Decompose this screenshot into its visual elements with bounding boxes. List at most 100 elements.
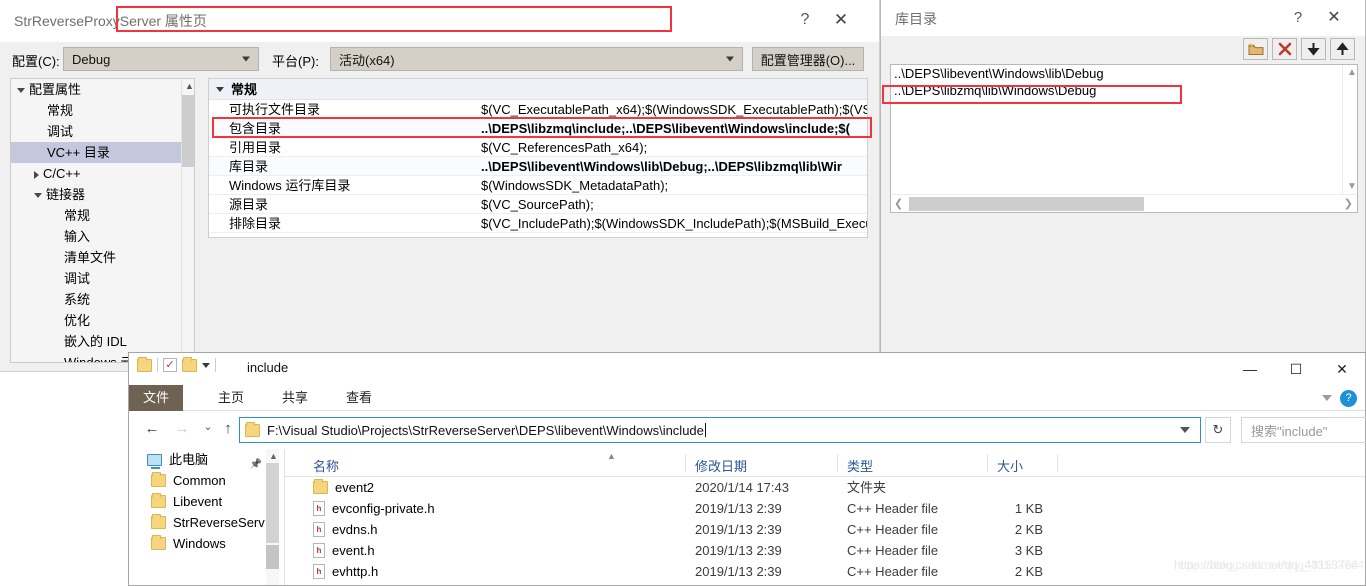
property-row[interactable]: 库目录..\DEPS\libevent\Windows\lib\Debug;..… xyxy=(209,157,867,176)
scroll-up-icon[interactable]: ▲ xyxy=(185,81,194,91)
column-header-3[interactable]: 大小 xyxy=(997,456,1023,475)
property-value[interactable]: $(VC_ReferencesPath_x64); xyxy=(481,138,868,157)
column-header-0[interactable]: 名称 xyxy=(313,456,339,475)
nav-item-2[interactable]: Libevent xyxy=(129,491,284,512)
help-icon[interactable]: ? xyxy=(789,6,821,34)
scrollbar-thumb[interactable] xyxy=(909,197,1144,211)
property-group-header[interactable]: 常规 xyxy=(209,79,867,100)
property-tree-scrollbar[interactable]: ▲ xyxy=(181,79,194,362)
platform-select[interactable]: 活动(x64) xyxy=(330,47,743,71)
chevron-down-icon[interactable] xyxy=(1322,395,1332,401)
property-row[interactable]: 可执行文件目录$(VC_ExecutablePath_x64);$(Window… xyxy=(209,100,867,119)
back-button[interactable]: ← xyxy=(141,420,163,440)
ribbon-tab-3[interactable]: 查看 xyxy=(333,385,385,411)
property-row[interactable]: Windows 运行库目录$(WindowsSDK_MetadataPath); xyxy=(209,176,867,195)
expand-closed-icon[interactable] xyxy=(34,171,39,179)
property-row[interactable]: 源目录$(VC_SourcePath); xyxy=(209,195,867,214)
refresh-button[interactable]: ↻ xyxy=(1205,417,1231,443)
help-icon[interactable]: ? xyxy=(1283,4,1313,30)
properties-check-icon[interactable]: ✓ xyxy=(163,358,177,372)
property-tree[interactable]: 配置属性常规调试VC++ 目录C/C++链接器常规输入清单文件调试系统优化嵌入的… xyxy=(10,78,195,363)
tree-item-9[interactable]: 调试 xyxy=(11,268,194,289)
library-entry[interactable]: ..\DEPS\libzmq\lib\Windows\Debug xyxy=(891,82,1342,99)
navigation-scrollbar[interactable]: ▲ xyxy=(266,449,279,585)
delete-icon[interactable] xyxy=(1272,38,1297,60)
scroll-up-icon[interactable]: ▲ xyxy=(269,451,278,461)
file-row[interactable]: hevconfig-private.h2019/1/13 2:39C++ Hea… xyxy=(285,498,1365,519)
configuration-manager-button[interactable]: 配置管理器(O)... xyxy=(752,47,864,71)
property-row[interactable]: 包含目录..\DEPS\libzmq\include;..\DEPS\libev… xyxy=(209,119,867,138)
nav-item-4[interactable]: Windows xyxy=(129,533,284,554)
pin-icon[interactable]: 📌 xyxy=(250,454,262,470)
tree-item-12[interactable]: 嵌入的 IDL xyxy=(11,331,194,352)
column-header-2[interactable]: 类型 xyxy=(847,456,873,475)
expand-open-icon[interactable] xyxy=(17,88,25,93)
tree-item-6[interactable]: 常规 xyxy=(11,205,194,226)
folder-icon[interactable] xyxy=(137,359,152,372)
file-row[interactable]: event22020/1/14 17:43文件夹 xyxy=(285,477,1365,498)
library-horizontal-scrollbar[interactable]: ❮ ❯ xyxy=(891,194,1357,212)
tree-item-3[interactable]: VC++ 目录 xyxy=(11,142,194,163)
new-folder-icon[interactable] xyxy=(182,359,197,372)
library-vertical-scrollbar[interactable]: ▲ ▼ xyxy=(1342,65,1357,194)
property-value[interactable]: $(VC_ExecutablePath_x64);$(WindowsSDK_Ex… xyxy=(481,100,868,119)
property-row[interactable]: 引用目录$(VC_ReferencesPath_x64); xyxy=(209,138,867,157)
column-divider[interactable] xyxy=(685,454,686,472)
close-button[interactable]: ✕ xyxy=(1319,353,1365,385)
move-down-icon[interactable] xyxy=(1301,38,1326,60)
library-entry[interactable]: ..\DEPS\libevent\Windows\lib\Debug xyxy=(891,65,1342,82)
ribbon-tab-0[interactable]: 文件 xyxy=(129,385,183,411)
tree-item-11[interactable]: 优化 xyxy=(11,310,194,331)
nav-item-3[interactable]: StrReverseServ xyxy=(129,512,284,533)
scrollbar-thumb[interactable] xyxy=(266,463,279,543)
column-divider[interactable] xyxy=(837,454,838,472)
property-grid[interactable]: 常规 可执行文件目录$(VC_ExecutablePath_x64);$(Win… xyxy=(208,78,868,238)
file-row[interactable]: hevdns.h2019/1/13 2:39C++ Header file2 K… xyxy=(285,519,1365,540)
new-folder-icon[interactable] xyxy=(1243,38,1268,60)
minimize-button[interactable]: — xyxy=(1227,353,1273,385)
property-row[interactable]: 排除目录$(VC_IncludePath);$(WindowsSDK_Inclu… xyxy=(209,214,867,233)
scroll-up-icon[interactable]: ▲ xyxy=(1347,67,1357,78)
scroll-down-icon[interactable]: ▼ xyxy=(1347,181,1357,192)
tree-item-7[interactable]: 输入 xyxy=(11,226,194,247)
tree-item-0[interactable]: 配置属性 xyxy=(11,79,194,100)
address-input[interactable]: F:\Visual Studio\Projects\StrReverseServ… xyxy=(239,417,1201,443)
search-input[interactable]: 搜索"include" xyxy=(1241,417,1366,443)
property-value[interactable]: $(VC_SourcePath); xyxy=(481,195,868,214)
nav-item-1[interactable]: Common xyxy=(129,470,284,491)
ribbon-tab-2[interactable]: 共享 xyxy=(269,385,321,411)
nav-item-0[interactable]: 此电脑📌 xyxy=(129,449,284,470)
tree-item-2[interactable]: 调试 xyxy=(11,121,194,142)
property-value[interactable]: ..\DEPS\libevent\Windows\lib\Debug;..\DE… xyxy=(481,157,868,176)
up-button[interactable]: ↑ xyxy=(217,420,239,440)
close-icon[interactable]: ✕ xyxy=(825,6,857,34)
property-value[interactable]: $(WindowsSDK_MetadataPath); xyxy=(481,176,868,195)
chevron-down-icon[interactable] xyxy=(202,363,210,368)
column-divider[interactable] xyxy=(1057,454,1058,472)
tree-item-5[interactable]: 链接器 xyxy=(11,184,194,205)
scroll-left-icon[interactable]: ❮ xyxy=(894,197,903,210)
scroll-right-icon[interactable]: ❯ xyxy=(1344,197,1353,210)
property-value[interactable]: $(VC_IncludePath);$(WindowsSDK_IncludePa… xyxy=(481,214,868,233)
navigation-pane[interactable]: 此电脑📌CommonLibeventStrReverseServWindows … xyxy=(129,449,284,585)
scrollbar-thumb[interactable] xyxy=(182,95,195,167)
help-icon[interactable]: ? xyxy=(1340,390,1357,407)
forward-button[interactable]: → xyxy=(171,420,193,440)
recent-locations-button[interactable]: ⌄ xyxy=(197,420,219,440)
tree-item-4[interactable]: C/C++ xyxy=(11,163,194,184)
tree-item-8[interactable]: 清单文件 xyxy=(11,247,194,268)
ribbon-tab-1[interactable]: 主页 xyxy=(205,385,257,411)
library-entries-listbox[interactable]: ..\DEPS\libevent\Windows\lib\Debug..\DEP… xyxy=(890,64,1358,213)
move-up-icon[interactable] xyxy=(1330,38,1355,60)
column-divider[interactable] xyxy=(987,454,988,472)
tree-item-1[interactable]: 常规 xyxy=(11,100,194,121)
scrollbar-thumb-lower[interactable] xyxy=(266,545,279,569)
close-icon[interactable]: ✕ xyxy=(1319,4,1349,30)
maximize-button[interactable]: ☐ xyxy=(1273,353,1319,385)
column-header-1[interactable]: 修改日期 xyxy=(695,456,747,475)
chevron-down-icon[interactable] xyxy=(1180,427,1190,433)
tree-item-10[interactable]: 系统 xyxy=(11,289,194,310)
expand-open-icon[interactable] xyxy=(34,193,42,198)
configuration-select[interactable]: Debug xyxy=(63,47,259,71)
property-value[interactable]: ..\DEPS\libzmq\include;..\DEPS\libevent\… xyxy=(481,119,868,138)
